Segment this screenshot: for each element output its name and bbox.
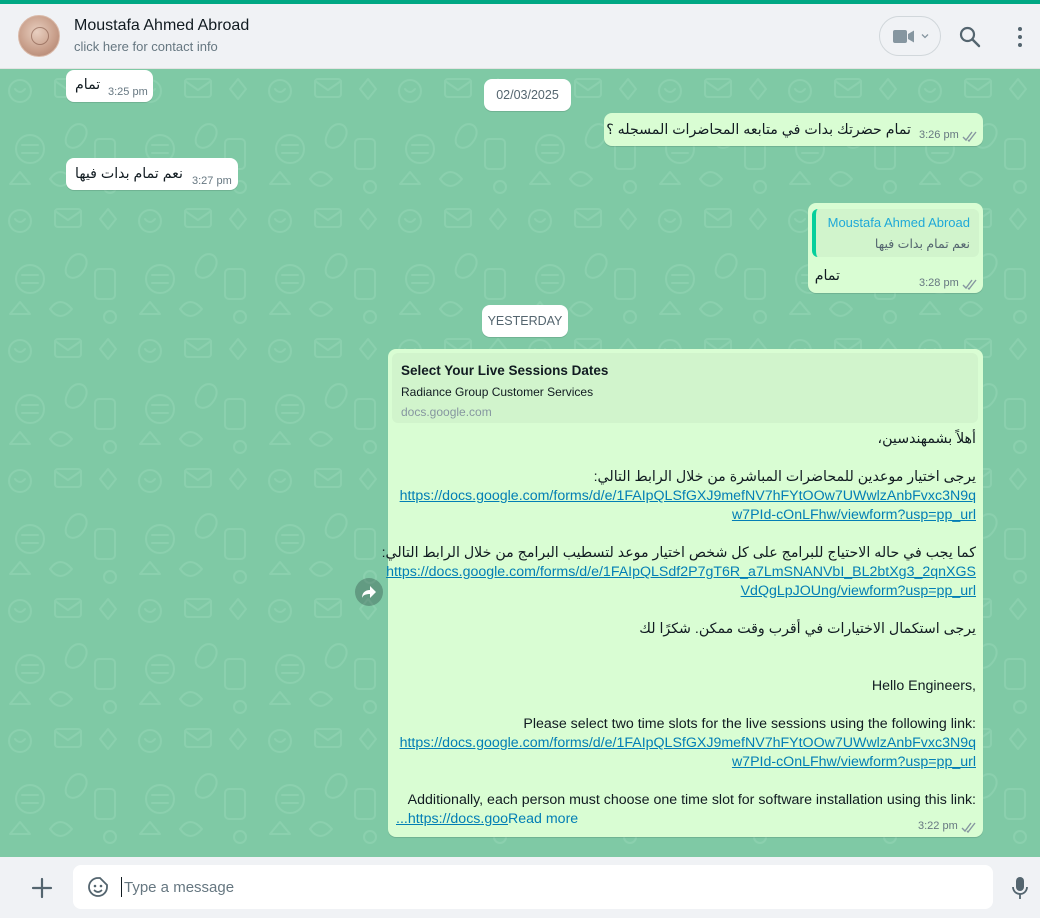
message-link[interactable]: w7PId-cOnLFhw/viewform?usp=pp_url xyxy=(732,507,976,523)
message-line: Additionally, each person must choose on… xyxy=(407,792,976,808)
chat-panel[interactable]: تمام 3:25 pm 02/03/2025 تمام حضرتك بدات … xyxy=(0,69,1040,857)
message-line: كما يجب في حاله الاحتياج للبرامج على كل … xyxy=(381,545,976,561)
message-link[interactable]: https://docs.google.com/forms/d/e/1FAIpQ… xyxy=(400,735,976,751)
message-line: Hello Engineers, xyxy=(871,678,976,694)
message-link[interactable]: w7PId-cOnLFhw/viewform?usp=pp_url xyxy=(732,754,976,770)
contact-info-hint[interactable]: click here for contact info xyxy=(74,39,218,54)
message-link[interactable]: VdQgLpJOUng/viewform?usp=pp_url xyxy=(741,583,976,599)
composer-bar xyxy=(0,857,1040,918)
emoji-icon[interactable] xyxy=(87,876,109,898)
microphone-icon[interactable] xyxy=(1012,876,1028,900)
message-link[interactable]: ...https://docs.goo xyxy=(396,811,508,827)
message-link[interactable]: https://docs.google.com/forms/d/e/1FAIpQ… xyxy=(386,564,976,580)
video-call-button[interactable] xyxy=(879,16,941,56)
link-preview-title: Select Your Live Sessions Dates xyxy=(401,363,609,378)
message-time: 3:26 pm xyxy=(919,129,959,141)
message-line: يرجى استكمال الاختيارات في أقرب وقت ممكن… xyxy=(639,621,976,637)
read-more-link[interactable]: Read more xyxy=(508,811,578,827)
link-preview-subtitle: Radiance Group Customer Services xyxy=(401,385,594,399)
message-line: Please select two time slots for the liv… xyxy=(523,716,976,732)
date-separator: YESTERDAY xyxy=(482,305,568,337)
chat-header[interactable]: Moustafa Ahmed Abroad click here for con… xyxy=(0,4,1040,69)
link-preview-domain: docs.google.com xyxy=(401,405,492,419)
message-text: تمام xyxy=(814,268,840,284)
message-time: 3:28 pm xyxy=(919,277,959,289)
message-text: تمام حضرتك بدات في متابعه المحاضرات المس… xyxy=(606,122,911,138)
message-text: نعم تمام بدات فيها xyxy=(75,166,183,182)
message-time: 3:27 pm xyxy=(192,175,232,187)
contact-name[interactable]: Moustafa Ahmed Abroad xyxy=(74,17,249,35)
read-receipt-icon xyxy=(962,279,977,290)
plus-icon[interactable] xyxy=(31,877,53,899)
text-caret xyxy=(121,877,122,897)
forward-icon xyxy=(362,586,376,598)
quoted-message[interactable]: Moustafa Ahmed Abroad نعم تمام بدات فيها xyxy=(812,209,979,257)
menu-icon[interactable] xyxy=(1012,26,1028,48)
message-incoming[interactable]: تمام 3:25 pm xyxy=(66,70,153,102)
message-time: 3:22 pm xyxy=(918,820,958,832)
message-outgoing-long[interactable]: Select Your Live Sessions Dates Radiance… xyxy=(382,349,983,837)
quoted-author: Moustafa Ahmed Abroad xyxy=(827,215,970,230)
message-outgoing-reply[interactable]: Moustafa Ahmed Abroad نعم تمام بدات فيها… xyxy=(808,203,983,293)
avatar[interactable] xyxy=(18,15,60,57)
read-receipt-icon xyxy=(962,131,977,142)
message-link[interactable]: https://docs.google.com/forms/d/e/1FAIpQ… xyxy=(400,488,976,504)
quoted-text: نعم تمام بدات فيها xyxy=(874,237,970,251)
truncated-line: ...https://docs.gooRead more xyxy=(396,811,578,827)
message-line: يرجى اختيار موعدين للمحاضرات المباشرة من… xyxy=(593,469,976,485)
chevron-down-icon xyxy=(921,34,929,39)
search-icon[interactable] xyxy=(959,26,981,48)
link-preview[interactable]: Select Your Live Sessions Dates Radiance… xyxy=(392,353,978,423)
message-line: أهلاً بشمهندسين، xyxy=(877,431,976,447)
message-time: 3:25 pm xyxy=(108,86,148,98)
message-input[interactable] xyxy=(124,877,964,897)
date-separator: 02/03/2025 xyxy=(484,79,571,111)
message-incoming[interactable]: نعم تمام بدات فيها 3:27 pm xyxy=(66,158,238,190)
forward-button[interactable] xyxy=(355,578,383,606)
message-outgoing[interactable]: تمام حضرتك بدات في متابعه المحاضرات المس… xyxy=(604,113,983,146)
message-text: تمام xyxy=(75,77,101,93)
video-call-icon xyxy=(893,30,914,43)
read-receipt-icon xyxy=(961,822,976,833)
message-composer[interactable] xyxy=(73,865,993,909)
